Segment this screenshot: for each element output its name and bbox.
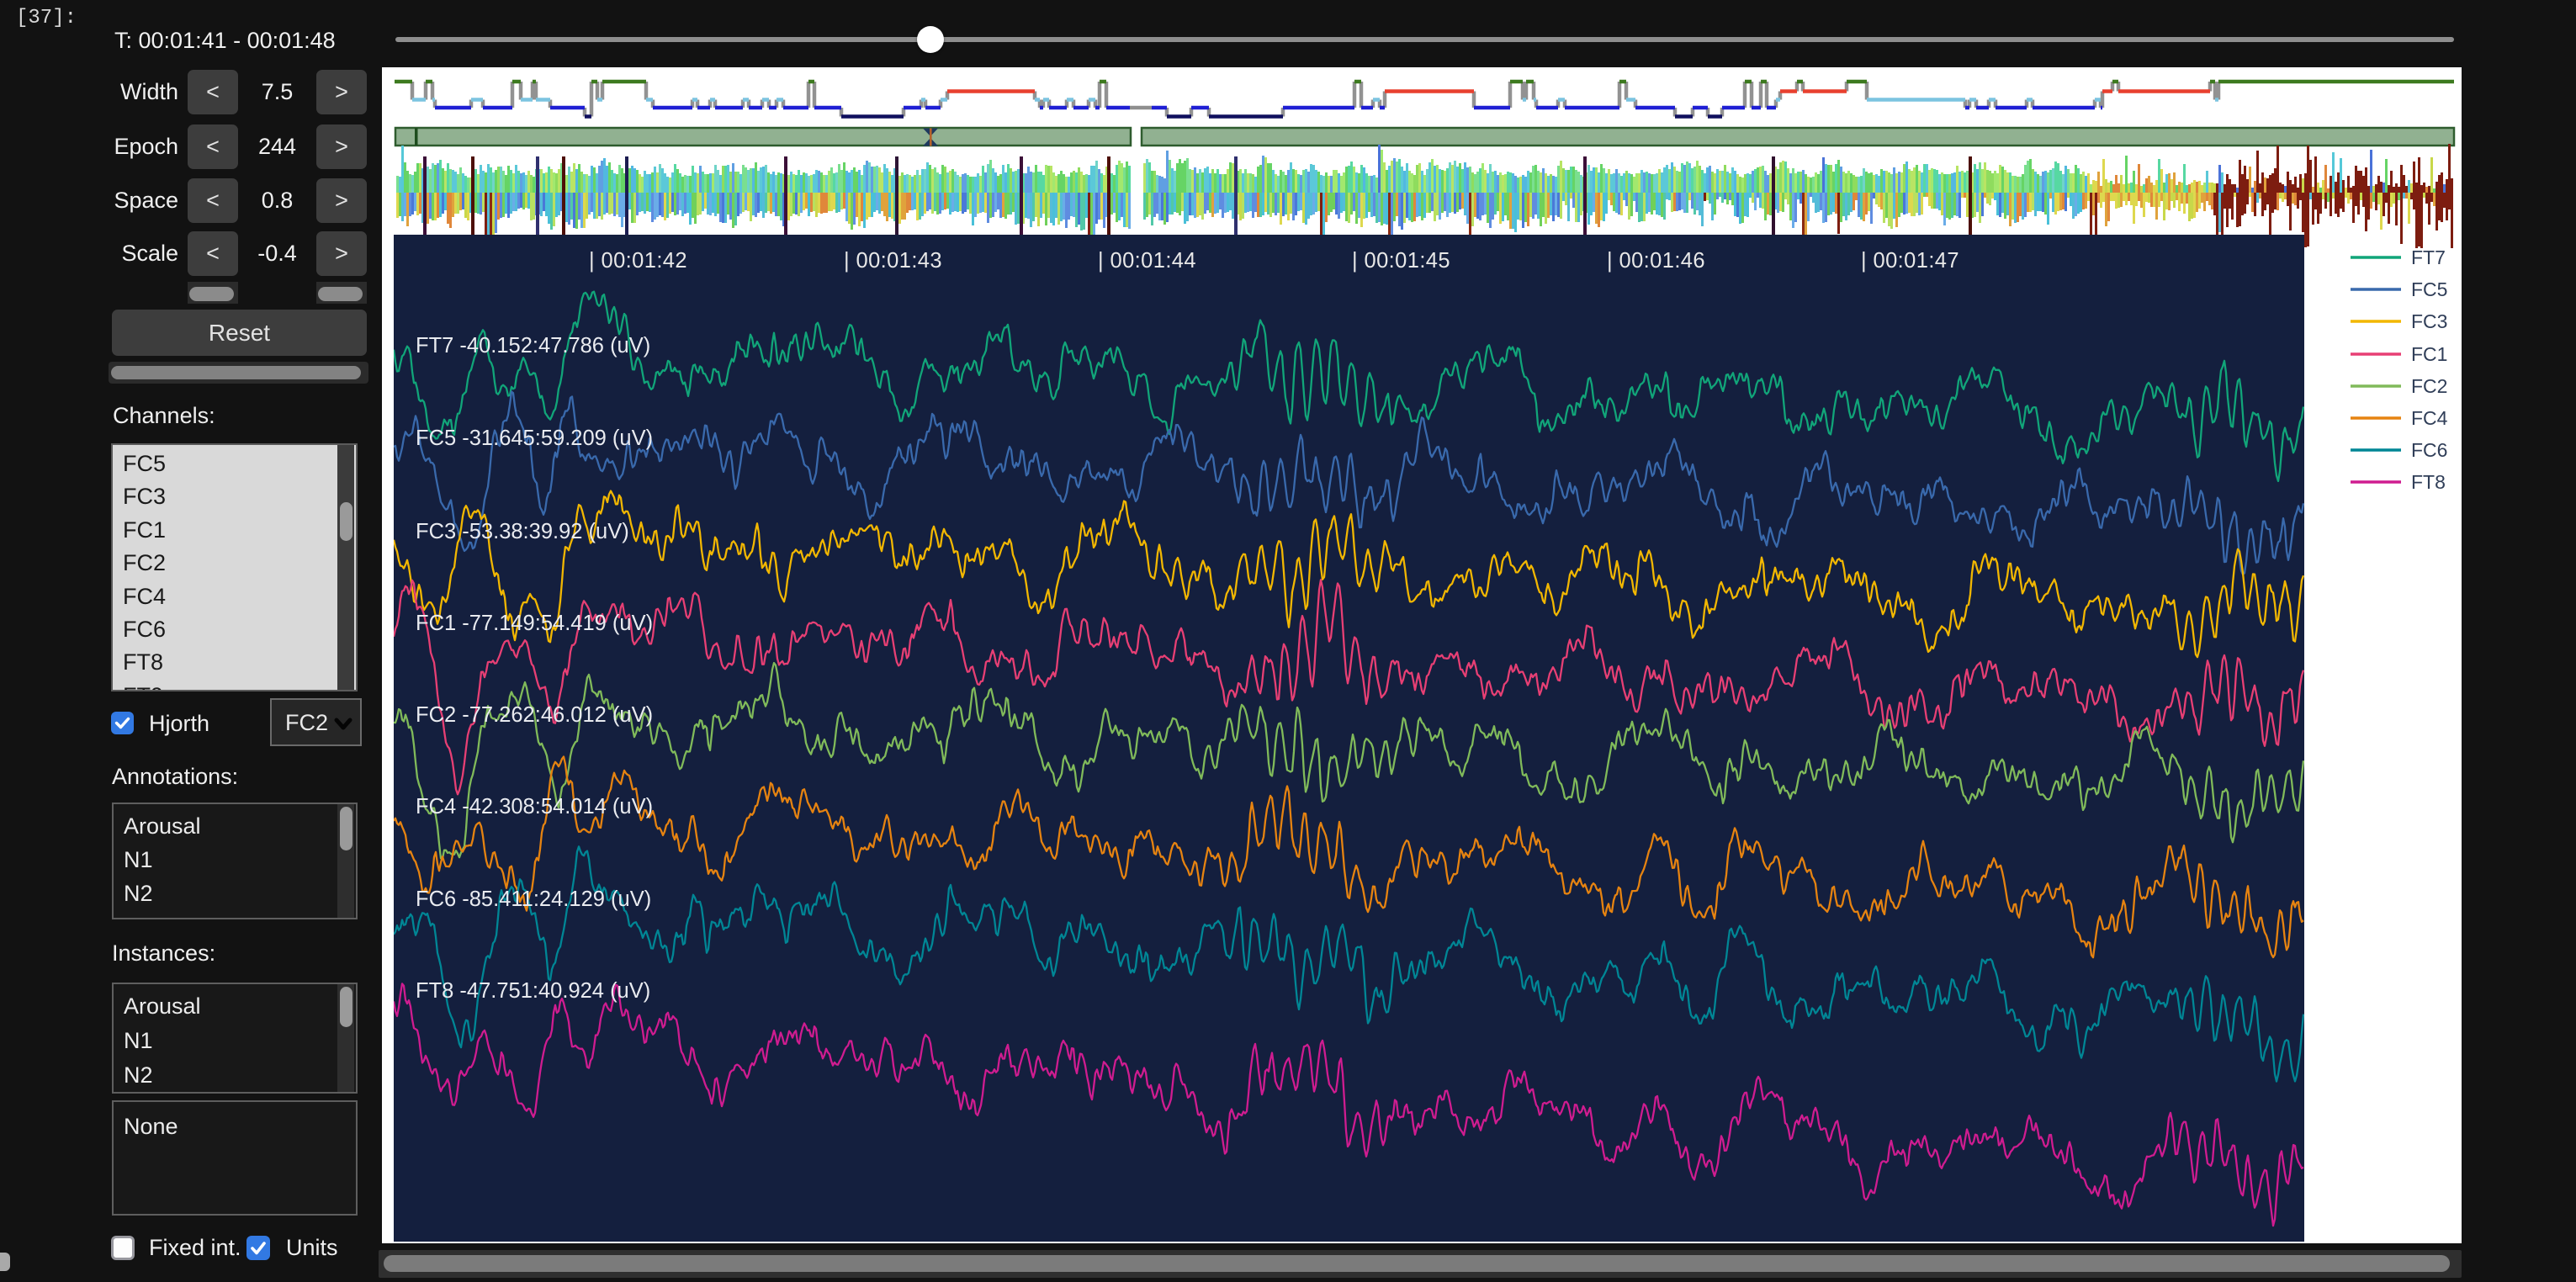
svg-text:| 00:01:42: | 00:01:42 <box>589 249 687 273</box>
svg-text:FC2 -77.262:46.012 (uV): FC2 -77.262:46.012 (uV) <box>416 703 653 727</box>
svg-text:| 00:01:45: | 00:01:45 <box>1352 249 1450 273</box>
svg-text:FT7: FT7 <box>2411 246 2446 268</box>
svg-text:FC3: FC3 <box>2411 310 2447 332</box>
svg-text:FT8 -47.751:40.924 (uV): FT8 -47.751:40.924 (uV) <box>416 979 650 1003</box>
svg-text:| 00:01:43: | 00:01:43 <box>844 249 942 273</box>
svg-text:FT8: FT8 <box>2411 471 2446 493</box>
svg-text:FT7 -40.152:47.786 (uV): FT7 -40.152:47.786 (uV) <box>416 334 650 358</box>
svg-text:| 00:01:44: | 00:01:44 <box>1098 249 1196 273</box>
svg-text:FC4: FC4 <box>2411 407 2448 429</box>
svg-text:FC5: FC5 <box>2411 278 2447 300</box>
svg-text:FC2: FC2 <box>2411 375 2447 397</box>
svg-text:| 00:01:47: | 00:01:47 <box>1861 249 1959 273</box>
svg-text:| 00:01:46: | 00:01:46 <box>1607 249 1705 273</box>
svg-text:FC1 -77.149:54.419 (uV): FC1 -77.149:54.419 (uV) <box>416 612 653 635</box>
svg-text:FC4 -42.308:54.014 (uV): FC4 -42.308:54.014 (uV) <box>416 795 653 818</box>
svg-text:FC1: FC1 <box>2411 343 2447 365</box>
svg-text:FC6 -85.411:24.129 (uV): FC6 -85.411:24.129 (uV) <box>416 887 651 911</box>
svg-text:FC5 -31.645:59.209 (uV): FC5 -31.645:59.209 (uV) <box>416 426 653 450</box>
svg-text:FC3 -53.38:39.92 (uV): FC3 -53.38:39.92 (uV) <box>416 520 629 543</box>
svg-text:FC6: FC6 <box>2411 439 2447 461</box>
